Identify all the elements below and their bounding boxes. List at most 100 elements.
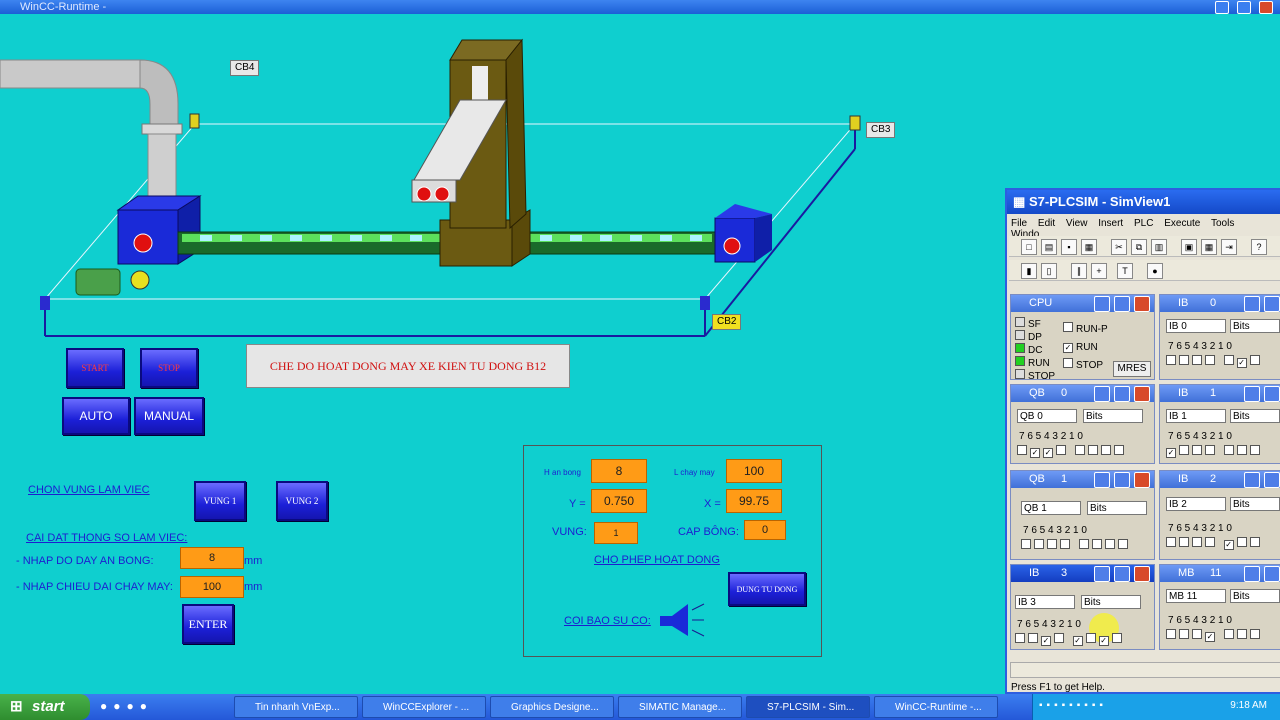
ib3-format-select[interactable]: Bits <box>1081 595 1141 609</box>
qb1-close-button[interactable] <box>1134 472 1150 488</box>
manual-button[interactable]: MANUAL <box>134 397 204 435</box>
start-button-taskbar[interactable]: ⊞ start <box>0 694 90 720</box>
coi-bao-label: COI BAO SU CO: <box>564 615 651 627</box>
menu-tools[interactable]: Tools <box>1211 218 1234 229</box>
ib0-bit-labels: 7 6 5 4 3 2 1 0 <box>1168 341 1232 352</box>
menu-file[interactable]: File <box>1011 218 1027 229</box>
reset-timer-icon[interactable]: T <box>1117 263 1133 279</box>
stop-button[interactable]: STOP <box>140 348 198 388</box>
ib3-max-button[interactable] <box>1114 566 1130 582</box>
nhap-chieu-dai-label: - NHAP CHIEU DAI CHAY MAY: <box>16 581 173 593</box>
cpu-close-button[interactable] <box>1134 296 1150 312</box>
menu-edit[interactable]: Edit <box>1038 218 1055 229</box>
ib0-bit-checkboxes[interactable]: ✓ <box>1166 355 1263 368</box>
menu-view[interactable]: View <box>1066 218 1088 229</box>
mode-stop[interactable]: STOP <box>1063 357 1108 375</box>
qb1-num: 1 <box>1061 473 1068 485</box>
save-icon[interactable]: ▪ <box>1061 239 1077 255</box>
breakpoint-icon[interactable]: ● <box>1147 263 1163 279</box>
mb11-min-button[interactable] <box>1244 566 1260 582</box>
ib3-close-button[interactable] <box>1134 566 1150 582</box>
ib3-num: 3 <box>1061 567 1068 579</box>
task-graphics-designer[interactable]: Graphics Designe... <box>490 696 614 718</box>
mres-button[interactable]: MRES <box>1113 361 1151 377</box>
new-icon[interactable]: □ <box>1021 239 1037 255</box>
horizontal-scrollbar[interactable] <box>1010 662 1280 678</box>
menu-plc[interactable]: PLC <box>1134 218 1153 229</box>
mb11-address-field[interactable]: MB 11 <box>1166 589 1226 603</box>
qb1-address-field[interactable]: QB 1 <box>1021 501 1081 515</box>
enter-button[interactable]: ENTER <box>182 604 234 644</box>
cycle-icon[interactable]: ▯ <box>1041 263 1057 279</box>
auto-button[interactable]: AUTO <box>62 397 130 435</box>
ib3-bit-checkboxes[interactable]: ✓ ✓ ✓ <box>1015 633 1125 646</box>
mb11-format-select[interactable]: Bits <box>1230 589 1280 603</box>
mode-run-p[interactable]: RUN-P <box>1063 321 1108 339</box>
qb0-max-button[interactable] <box>1114 386 1130 402</box>
qb0-format-select[interactable]: Bits <box>1083 409 1143 423</box>
start-button[interactable]: START <box>66 348 124 388</box>
ib2-bit-checkboxes[interactable]: ✓ <box>1166 537 1263 550</box>
ib3-address-field[interactable]: IB 3 <box>1015 595 1075 609</box>
pause-icon[interactable]: ∥ <box>1071 263 1087 279</box>
close-button[interactable] <box>1259 1 1273 14</box>
ib1-max-button[interactable] <box>1264 386 1280 402</box>
chieu-dai-input[interactable]: 100 <box>180 576 244 598</box>
paste-icon[interactable]: ▥ <box>1151 239 1167 255</box>
qb0-min-button[interactable] <box>1094 386 1110 402</box>
ib1-bit-checkboxes[interactable]: ✓ <box>1166 445 1263 458</box>
qb1-bit-labels: 7 6 5 4 3 2 1 0 <box>1023 525 1087 536</box>
ib1-format-select[interactable]: Bits <box>1230 409 1280 423</box>
cpu-max-button[interactable] <box>1114 296 1130 312</box>
cpu-min-button[interactable] <box>1094 296 1110 312</box>
menu-insert[interactable]: Insert <box>1098 218 1123 229</box>
step-icon[interactable]: + <box>1091 263 1107 279</box>
task-wincc-runtime[interactable]: WinCC-Runtime -... <box>874 696 998 718</box>
mb11-max-button[interactable] <box>1264 566 1280 582</box>
qb1-max-button[interactable] <box>1114 472 1130 488</box>
ib0-subwindow: IB 0 IB 0 Bits 7 6 5 4 3 2 1 0 ✓ <box>1159 294 1280 380</box>
qb1-bit-checkboxes[interactable] <box>1021 539 1131 552</box>
task-simatic-manager[interactable]: SIMATIC Manage... <box>618 696 742 718</box>
qb0-close-button[interactable] <box>1134 386 1150 402</box>
ib2-max-button[interactable] <box>1264 472 1280 488</box>
ib2-address-field[interactable]: IB 2 <box>1166 497 1226 511</box>
mode-run[interactable]: ✓ RUN <box>1063 339 1108 357</box>
vung2-button[interactable]: VUNG 2 <box>276 481 328 521</box>
task-wincc-explorer[interactable]: WinCCExplorer - ... <box>362 696 486 718</box>
open-icon[interactable]: ▤ <box>1041 239 1057 255</box>
ib0-max-button[interactable] <box>1264 296 1280 312</box>
pin-icon[interactable]: ⇥ <box>1221 239 1237 255</box>
ib1-address-field[interactable]: IB 1 <box>1166 409 1226 423</box>
do-day-input[interactable]: 8 <box>180 547 244 569</box>
scan-icon[interactable]: ▮ <box>1021 263 1037 279</box>
qb0-bit-checkboxes[interactable]: ✓ ✓ <box>1017 445 1127 458</box>
qb1-format-select[interactable]: Bits <box>1087 501 1147 515</box>
download-icon[interactable]: ▦ <box>1081 239 1097 255</box>
ib0-min-button[interactable] <box>1244 296 1260 312</box>
help-icon[interactable]: ? <box>1251 239 1267 255</box>
system-tray: ▪▪▪▪▪▪▪▪▪ 9:18 AM <box>1032 694 1280 720</box>
task-vnexpress[interactable]: Tin nhanh VnExp... <box>234 696 358 718</box>
menu-execute[interactable]: Execute <box>1164 218 1200 229</box>
cascade-icon[interactable]: ▣ <box>1181 239 1197 255</box>
ib0-address-field[interactable]: IB 0 <box>1166 319 1226 333</box>
mb11-bit-checkboxes[interactable]: ✓ <box>1166 629 1263 642</box>
task-plcsim[interactable]: S7-PLCSIM - Sim... <box>746 696 870 718</box>
ib0-format-select[interactable]: Bits <box>1230 319 1280 333</box>
ib2-min-button[interactable] <box>1244 472 1260 488</box>
copy-icon[interactable]: ⧉ <box>1131 239 1147 255</box>
qb0-address-field[interactable]: QB 0 <box>1017 409 1077 423</box>
ib1-min-button[interactable] <box>1244 386 1260 402</box>
tile-icon[interactable]: ▦ <box>1201 239 1217 255</box>
minimize-button[interactable] <box>1215 1 1229 14</box>
tray-icons[interactable]: ▪▪▪▪▪▪▪▪▪ <box>1039 700 1107 711</box>
ib3-min-button[interactable] <box>1094 566 1110 582</box>
cut-icon[interactable]: ✂ <box>1111 239 1127 255</box>
quick-launch[interactable]: ●●●● <box>100 699 153 713</box>
dung-tu-dong-button[interactable]: DUNG TU DONG <box>728 572 806 606</box>
vung1-button[interactable]: VUNG 1 <box>194 481 246 521</box>
maximize-button[interactable] <box>1237 1 1251 14</box>
qb1-min-button[interactable] <box>1094 472 1110 488</box>
ib2-format-select[interactable]: Bits <box>1230 497 1280 511</box>
